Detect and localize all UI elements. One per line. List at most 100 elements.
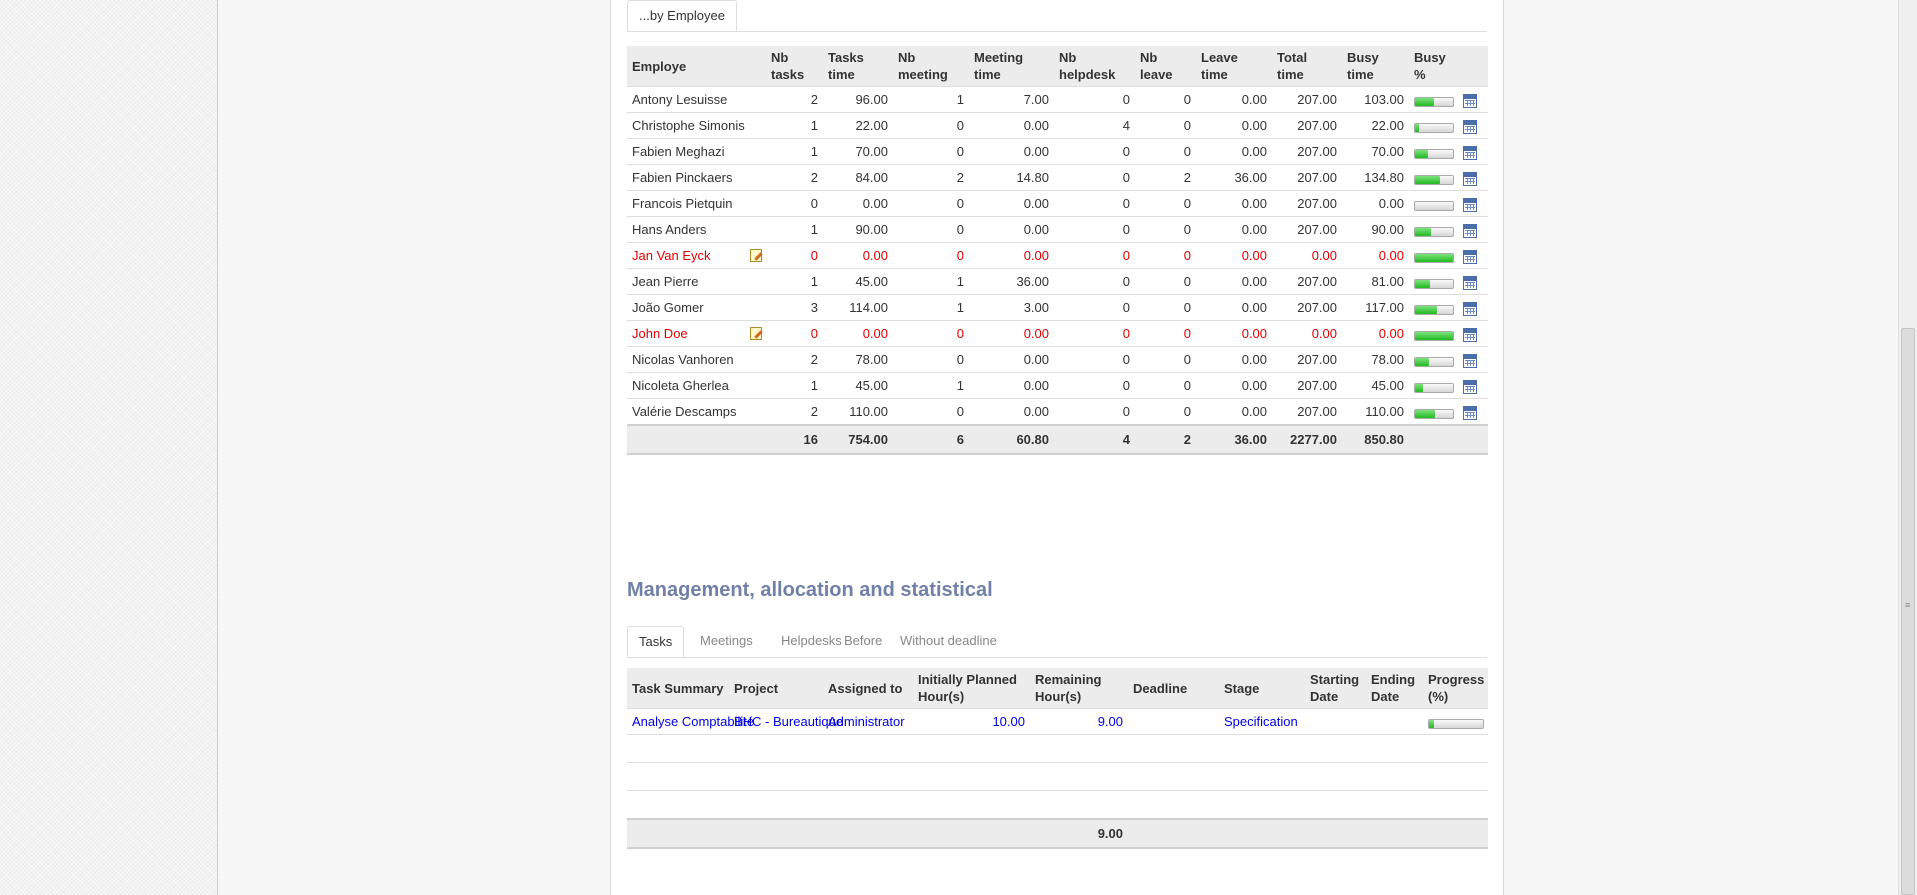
employee-name[interactable]: Nicolas Vanhoren bbox=[632, 352, 734, 367]
employee-name-cell[interactable]: Francois Pietquin bbox=[627, 190, 766, 217]
employee-name[interactable]: Fabien Meghazi bbox=[632, 144, 725, 159]
assigned-to-link[interactable]: Administrator bbox=[828, 714, 905, 729]
tab-before[interactable]: Before bbox=[833, 626, 893, 656]
employee-name[interactable]: John Doe bbox=[632, 326, 688, 341]
employee-row[interactable]: Francois Pietquin 0 0.00 0 0.00 0 0 0.00 207.00 0… bbox=[627, 190, 1488, 217]
col-nb-meeting[interactable]: Nb meeting bbox=[893, 46, 969, 87]
employee-row[interactable]: Valérie Descamps 2 110.00 0 0.00 0 0 0.00 207.00… bbox=[627, 398, 1488, 426]
calendar-icon[interactable] bbox=[1463, 93, 1477, 108]
employee-name[interactable]: Jean Pierre bbox=[632, 274, 698, 289]
employee-name[interactable]: Jan Van Eyck bbox=[632, 248, 711, 263]
employee-name-cell[interactable]: Christophe Simonis bbox=[627, 112, 766, 139]
employee-row[interactable]: Hans Anders 1 90.00 0 0.00 0 0 0.00 207.00 90.00 bbox=[627, 216, 1488, 243]
calendar-icon[interactable] bbox=[1463, 327, 1477, 342]
col-assigned-to[interactable]: Assigned to bbox=[823, 668, 913, 709]
employee-name[interactable]: Valérie Descamps bbox=[632, 404, 737, 419]
employee-row[interactable]: Jan Van Eyck 0 0.00 0 0.00 0 0 0.00 0.00 0.00 bbox=[627, 242, 1488, 269]
calendar-icon[interactable] bbox=[1463, 197, 1477, 212]
project-link[interactable]: BHC - Bureautique bbox=[734, 714, 843, 729]
employee-row[interactable]: John Doe 0 0.00 0 0.00 0 0 0.00 0.00 0.00 bbox=[627, 320, 1488, 347]
col-employe[interactable]: Employe bbox=[627, 46, 766, 87]
col-total-time[interactable]: Total time bbox=[1272, 46, 1342, 87]
employee-name-cell[interactable]: Hans Anders bbox=[627, 216, 766, 243]
tab-by-employee[interactable]: ...by Employee bbox=[627, 0, 737, 31]
tab-meetings[interactable]: Meetings bbox=[689, 626, 764, 656]
col-deadline[interactable]: Deadline bbox=[1128, 668, 1219, 709]
employee-name-cell[interactable]: Fabien Pinckaers bbox=[627, 164, 766, 191]
employee-name-cell[interactable]: John Doe bbox=[627, 320, 766, 347]
calendar-icon[interactable] bbox=[1463, 379, 1477, 394]
col-ending-date[interactable]: Ending Date bbox=[1366, 668, 1423, 709]
employee-name[interactable]: Nicoleta Gherlea bbox=[632, 378, 729, 393]
col-busy-time[interactable]: Busy time bbox=[1342, 46, 1409, 87]
employee-row[interactable]: João Gomer 3 114.00 1 3.00 0 0 0.00 207.00 117.00 bbox=[627, 294, 1488, 321]
col-leave-time[interactable]: Leave time bbox=[1196, 46, 1272, 87]
employee-row[interactable]: Antony Lesuisse 2 96.00 1 7.00 0 0 0.00 207.00 10… bbox=[627, 86, 1488, 113]
col-meeting-time[interactable]: Meeting time bbox=[969, 46, 1054, 87]
col-nb-leave[interactable]: Nb leave bbox=[1135, 46, 1196, 87]
calendar-icon[interactable] bbox=[1463, 275, 1477, 290]
employee-name[interactable]: Hans Anders bbox=[632, 222, 706, 237]
col-tasks-time[interactable]: Tasks time bbox=[823, 46, 893, 87]
employee-name-cell[interactable]: João Gomer bbox=[627, 294, 766, 321]
task-table: Task Summary Project Assigned to Initial… bbox=[627, 668, 1488, 849]
employee-row[interactable]: Fabien Pinckaers 2 84.00 2 14.80 0 2 36.00 207.0… bbox=[627, 164, 1488, 191]
col-progress[interactable]: Progress (%) bbox=[1423, 668, 1488, 709]
employee-name[interactable]: Fabien Pinckaers bbox=[632, 170, 732, 185]
employee-name-cell[interactable]: Nicolas Vanhoren bbox=[627, 346, 766, 373]
scrollbar-thumb[interactable]: ≡ bbox=[1901, 328, 1915, 895]
employee-row[interactable]: Christophe Simonis 1 22.00 0 0.00 4 0 0.00 207.0… bbox=[627, 112, 1488, 139]
employee-name[interactable]: Christophe Simonis bbox=[632, 118, 745, 133]
employee-name-cell[interactable]: Jean Pierre bbox=[627, 268, 766, 295]
calendar-icon[interactable] bbox=[1463, 145, 1477, 160]
cell-meeting-time: 0.00 bbox=[969, 138, 1054, 165]
cell-nb-meeting: 0 bbox=[893, 138, 969, 165]
employee-row[interactable]: Nicoleta Gherlea 1 45.00 1 0.00 0 0 0.00 207.00 4… bbox=[627, 372, 1488, 399]
employee-row[interactable]: Jean Pierre 1 45.00 1 36.00 0 0 0.00 207.00 81.00 bbox=[627, 268, 1488, 295]
busy-pct-cell bbox=[1409, 346, 1461, 373]
cell-tasks-time: 45.00 bbox=[823, 372, 893, 399]
employee-name[interactable]: Antony Lesuisse bbox=[632, 92, 727, 107]
col-nb-helpdesk[interactable]: Nb helpdesk bbox=[1054, 46, 1135, 87]
employee-name-cell[interactable]: Jan Van Eyck bbox=[627, 242, 766, 269]
employee-name[interactable]: Francois Pietquin bbox=[632, 196, 732, 211]
employee-name-cell[interactable]: Fabien Meghazi bbox=[627, 138, 766, 165]
busy-progress-fill bbox=[1415, 305, 1437, 314]
col-initially-planned[interactable]: Initially Planned Hour(s) bbox=[913, 668, 1030, 709]
col-project[interactable]: Project bbox=[729, 668, 823, 709]
edit-note-icon[interactable] bbox=[750, 249, 762, 262]
employee-name-cell[interactable]: Nicoleta Gherlea bbox=[627, 372, 766, 399]
col-nb-tasks[interactable]: Nb tasks bbox=[766, 46, 823, 87]
col-stage[interactable]: Stage bbox=[1219, 668, 1305, 709]
col-busy-pct[interactable]: Busy % bbox=[1409, 46, 1461, 87]
cell-tasks-time: 84.00 bbox=[823, 164, 893, 191]
cell-nb-helpdesk: 0 bbox=[1054, 398, 1135, 426]
edit-note-icon[interactable] bbox=[750, 327, 762, 340]
task-row[interactable]: Analyse Comptabilité BHC - Bureautique Adm… bbox=[627, 708, 1488, 735]
calendar-icon[interactable] bbox=[1463, 223, 1477, 238]
employee-name[interactable]: João Gomer bbox=[632, 300, 704, 315]
col-task-summary[interactable]: Task Summary bbox=[627, 668, 729, 709]
calendar-icon[interactable] bbox=[1463, 353, 1477, 368]
busy-progress-bar bbox=[1414, 330, 1454, 341]
cell-nb-leave: 0 bbox=[1135, 320, 1196, 347]
calendar-icon[interactable] bbox=[1463, 405, 1477, 420]
vertical-scrollbar[interactable]: ≡ bbox=[1898, 0, 1917, 895]
calendar-icon[interactable] bbox=[1463, 301, 1477, 316]
calendar-icon[interactable] bbox=[1463, 119, 1477, 134]
calendar-icon[interactable] bbox=[1463, 249, 1477, 264]
employee-name-cell[interactable]: Valérie Descamps bbox=[627, 398, 766, 426]
employee-header-row: Employe Nb tasks Tasks time Nb meeting M… bbox=[627, 46, 1488, 87]
total-nb-leave: 2 bbox=[1135, 424, 1196, 455]
employee-name-cell[interactable]: Antony Lesuisse bbox=[627, 86, 766, 113]
employee-row[interactable]: Nicolas Vanhoren 2 78.00 0 0.00 0 0 0.00 207.00 7… bbox=[627, 346, 1488, 373]
tab-tasks[interactable]: Tasks bbox=[627, 626, 685, 657]
task-summary-cell: Analyse Comptabilité bbox=[627, 708, 754, 735]
col-starting-date[interactable]: Starting Date bbox=[1305, 668, 1366, 709]
col-remaining[interactable]: Remaining Hour(s) bbox=[1030, 668, 1128, 709]
tab-without-deadline[interactable]: Without deadline bbox=[889, 626, 1008, 656]
calendar-cell bbox=[1461, 216, 1488, 243]
employee-row[interactable]: Fabien Meghazi 1 70.00 0 0.00 0 0 0.00 207.00 70.… bbox=[627, 138, 1488, 165]
busy-progress-fill bbox=[1415, 149, 1428, 158]
calendar-icon[interactable] bbox=[1463, 171, 1477, 186]
